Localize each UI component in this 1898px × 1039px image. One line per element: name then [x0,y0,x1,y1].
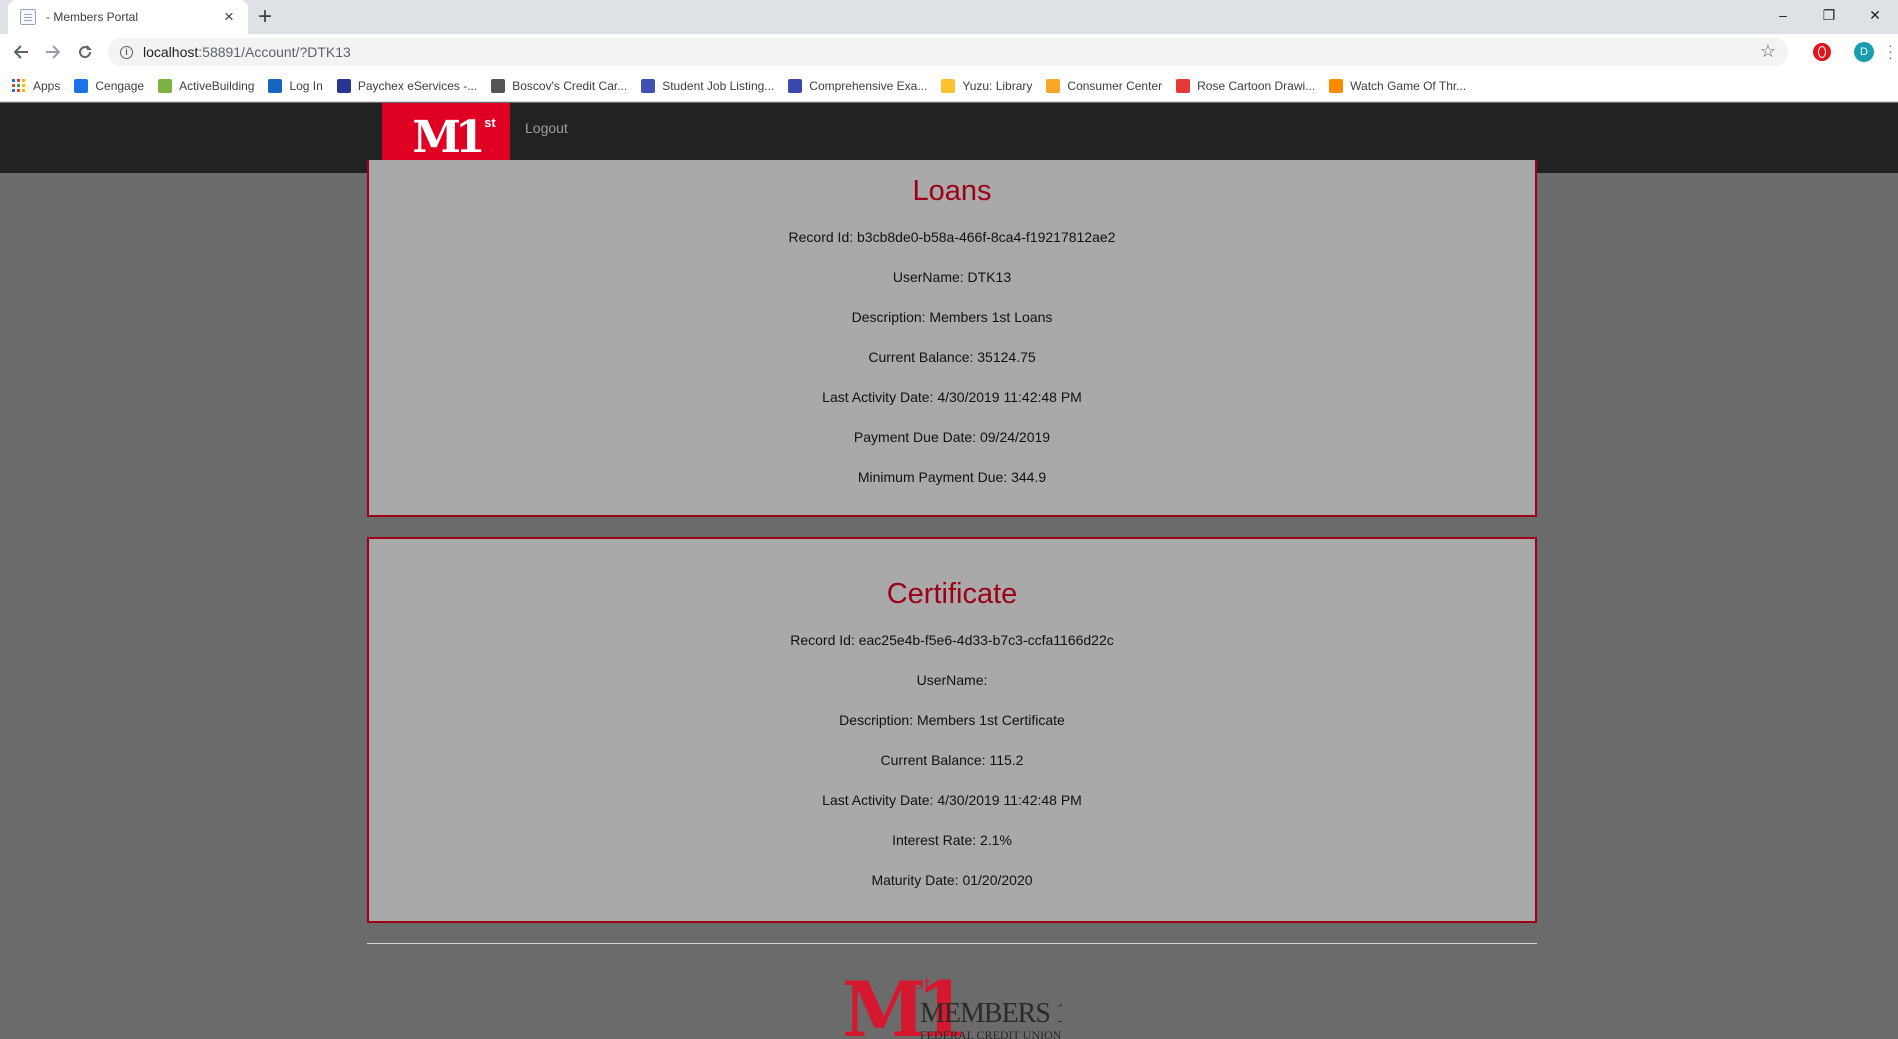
brand-mark: M1 st [412,112,496,163]
bookmark-label: Log In [289,78,323,93]
footer-logo-st: st [916,974,931,993]
restore-button[interactable]: ❐ [1806,0,1852,30]
bookmark-favicon-icon [74,78,89,93]
bookmark-label: Boscov's Credit Car... [512,78,628,93]
loans-title: Loans [912,175,992,207]
certificate-last-activity: Last Activity Date: 4/30/2019 11:42:48 P… [822,792,1082,808]
bookmark-item[interactable]: Student Job Listing... [641,78,775,93]
certificate-interest-rate: Interest Rate: 2.1% [892,832,1012,848]
bookmark-label: ActiveBuilding [179,78,255,93]
bookmark-label: Apps [33,78,61,93]
window-controls: – ❐ ✕ [1760,0,1898,30]
bookmark-favicon-icon [1329,78,1344,93]
bookmark-favicon-icon [491,78,506,93]
bookmark-label: Paychex eServices -... [357,78,478,93]
loans-minimum-payment: Minimum Payment Due: 344.9 [857,469,1047,485]
bookmark-label: Comprehensive Exa... [809,78,928,93]
bookmark-label: Consumer Center [1067,78,1163,93]
bookmark-favicon-icon [941,78,956,93]
site-info-icon[interactable]: i [120,45,133,59]
bookmark-apps[interactable]: Apps [12,78,61,93]
url-text: localhost:58891/Account/?DTK13 [143,44,351,60]
certificate-username: UserName: [916,672,988,688]
footer-logo: M1 st MEMBERS 1st FEDERAL CREDIT UNION [842,972,1062,1039]
footer-divider [367,943,1537,944]
bookmark-item[interactable]: Yuzu: Library [941,78,1033,93]
reload-icon[interactable] [72,39,98,65]
loans-payment-due: Payment Due Date: 09/24/2019 [853,429,1051,445]
close-window-button[interactable]: ✕ [1852,0,1898,30]
close-tab-icon[interactable]: × [220,8,238,26]
bookmark-star-icon[interactable]: ☆ [1760,41,1776,62]
certificate-card: Certificate Record Id: eac25e4b-f5e6-4d3… [367,537,1537,923]
loans-card: Loans Record Id: b3cb8de0-b58a-466f-8ca4… [367,160,1537,517]
address-bar[interactable]: i localhost:58891/Account/?DTK13 ☆ [108,38,1788,66]
certificate-current-balance: Current Balance: 115.2 [880,752,1024,768]
bookmark-item[interactable]: Paychex eServices -... [336,78,478,93]
loans-username: UserName: DTK13 [892,269,1012,285]
bookmark-item[interactable]: Boscov's Credit Car... [491,78,628,93]
bookmark-favicon-icon [336,78,351,93]
certificate-record-id: Record Id: eac25e4b-f5e6-4d33-b7c3-ccfa1… [790,632,1114,648]
bookmark-label: Cengage [95,78,145,93]
opera-extension-icon[interactable] [1813,43,1831,61]
page-icon [20,9,36,25]
certificate-description: Description: Members 1st Certificate [839,712,1065,728]
footer-logo-name: MEMBERS 1st [920,998,1062,1029]
forward-arrow-icon[interactable] [40,39,66,65]
bookmark-label: Yuzu: Library [962,78,1033,93]
browser-tab[interactable]: - Members Portal × [8,0,248,34]
bookmark-label: Rose Cartoon Drawi... [1197,78,1316,93]
loans-description: Description: Members 1st Loans [851,309,1053,325]
tab-title: - Members Portal [46,10,139,24]
browser-menu-icon[interactable]: · · · [1888,38,1893,64]
bookmark-label: Student Job Listing... [662,78,775,93]
certificate-maturity-date: Maturity Date: 01/20/2020 [871,872,1033,888]
bookmark-item[interactable]: Comprehensive Exa... [788,78,928,93]
bookmark-favicon-icon [268,78,283,93]
bookmark-favicon-icon [158,78,173,93]
minimize-button[interactable]: – [1760,0,1806,30]
bookmark-item[interactable]: Consumer Center [1046,78,1163,93]
new-tab-button[interactable]: + [258,4,272,30]
loans-record-id: Record Id: b3cb8de0-b58a-466f-8ca4-f1921… [788,229,1116,245]
bookmarks-bar: Apps Cengage ActiveBuilding Log In Paychex e… [0,70,1898,102]
bookmark-item[interactable]: Rose Cartoon Drawi... [1176,78,1316,93]
bookmark-item[interactable]: Log In [268,78,323,93]
certificate-title: Certificate [886,578,1018,610]
browser-tabstrip: - Members Portal × + – ❐ ✕ [0,0,1898,34]
footer-logo-subtitle: FEDERAL CREDIT UNION [920,1028,1062,1039]
bookmark-favicon-icon [1176,78,1191,93]
bookmark-item[interactable]: Watch Game Of Thr... [1329,78,1467,93]
bookmark-favicon-icon [1046,78,1061,93]
bookmark-favicon-icon [788,78,803,93]
loans-current-balance: Current Balance: 35124.75 [868,349,1036,365]
apps-grid-icon [12,78,26,93]
logout-link[interactable]: Logout [525,120,568,136]
bookmark-label: Watch Game Of Thr... [1350,78,1467,93]
loans-last-activity: Last Activity Date: 4/30/2019 11:42:48 P… [822,389,1082,405]
bookmark-item[interactable]: Cengage [74,78,145,93]
profile-avatar[interactable]: D [1854,42,1874,62]
browser-toolbar: i localhost:58891/Account/?DTK13 ☆ D · · · [0,34,1898,70]
bookmark-item[interactable]: ActiveBuilding [158,78,255,93]
back-arrow-icon[interactable] [8,39,34,65]
bookmark-favicon-icon [641,78,656,93]
